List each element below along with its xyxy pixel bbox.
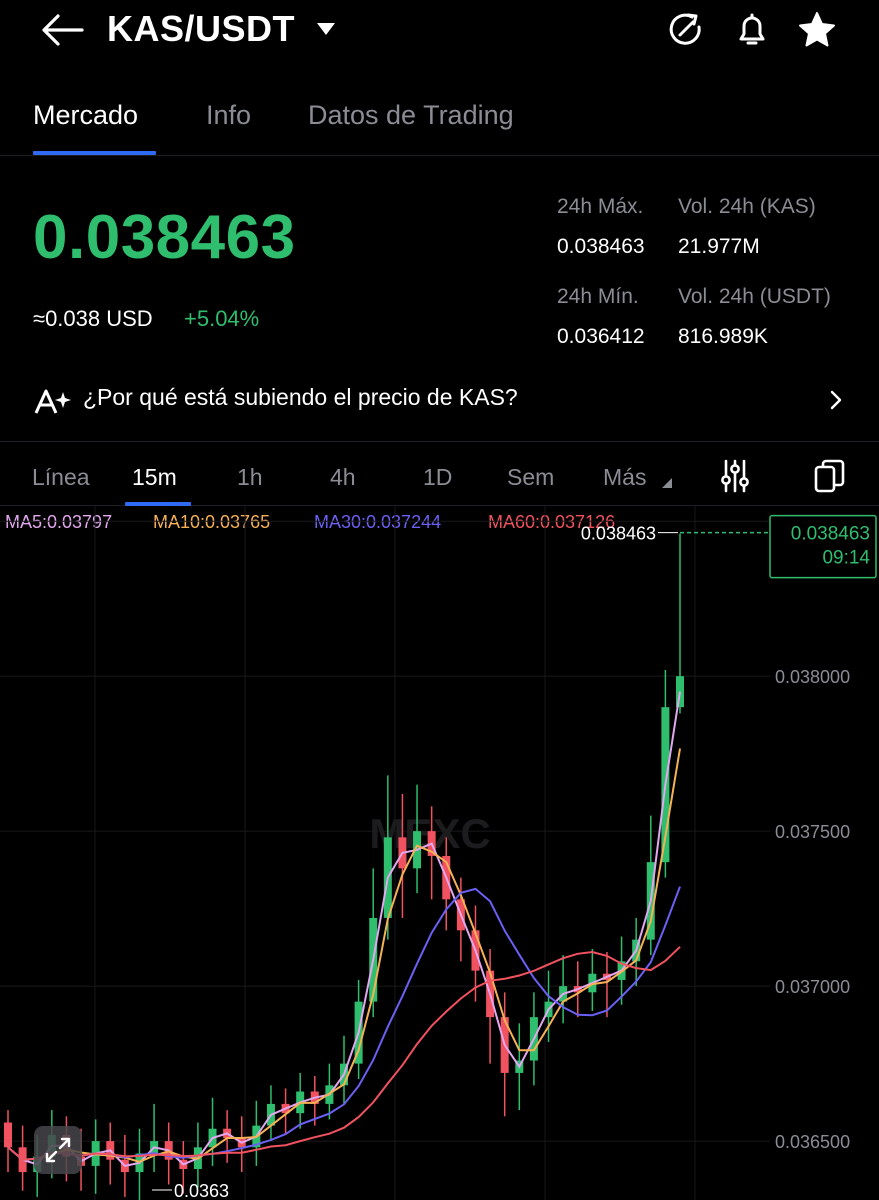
- vol-quote-label: Vol. 24h (USDT): [678, 285, 831, 308]
- change-percent: +5.04%: [184, 306, 260, 331]
- tab-datos-de-trading[interactable]: Datos de Trading: [308, 100, 514, 131]
- ai-sparkle-icon: [34, 389, 71, 414]
- last-price-label: 0.038463: [791, 524, 870, 545]
- interval-linea[interactable]: Línea: [32, 464, 90, 491]
- y-tick-label: 0.037000: [775, 977, 850, 997]
- star-icon[interactable]: [797, 10, 837, 50]
- last-price: 0.038463: [33, 203, 296, 272]
- tab-mercado[interactable]: Mercado: [33, 100, 138, 131]
- interval-1h[interactable]: 1h: [237, 464, 263, 491]
- interval-sem[interactable]: Sem: [507, 464, 554, 491]
- y-tick-label: 0.037500: [775, 822, 850, 842]
- high-24h-label: 24h Máx.: [557, 195, 644, 218]
- ai-insight-text: ¿Por qué está subiendo el precio de KAS?: [83, 384, 518, 410]
- chevron-right-icon: [830, 390, 842, 410]
- indicator-settings-icon[interactable]: [717, 458, 753, 494]
- vol-base-value: 21.977M: [678, 235, 760, 258]
- last-price-time: 09:14: [822, 548, 870, 569]
- copy-icon[interactable]: [812, 458, 848, 494]
- vol-quote-value: 816.989K: [678, 325, 768, 348]
- bell-icon[interactable]: [732, 10, 772, 50]
- pair-title[interactable]: KAS/USDT: [107, 8, 295, 50]
- active-tab-indicator: [33, 151, 156, 155]
- back-arrow-icon[interactable]: [38, 10, 86, 50]
- candle-body: [4, 1122, 12, 1148]
- low-24h-label: 24h Mín.: [557, 285, 639, 308]
- y-tick-label: 0.036500: [775, 1132, 850, 1152]
- ma30-line: [7, 886, 681, 1161]
- low-marker-label: 0.0363: [174, 1181, 229, 1200]
- ai-insight-banner[interactable]: ¿Por qué está subiendo el precio de KAS?: [0, 372, 879, 442]
- low-24h-value: 0.036412: [557, 325, 645, 348]
- main-tabs: Mercado Info Datos de Trading: [0, 90, 879, 156]
- candlestick-chart[interactable]: 0.0385000.0380000.0375000.0370000.036500…: [0, 505, 879, 1200]
- top-bar: KAS/USDT: [0, 0, 879, 62]
- expand-icon: [45, 1137, 71, 1163]
- vol-base-label: Vol. 24h (KAS): [678, 195, 816, 218]
- interval-bar: Línea 15m 1h 4h 1D Sem Más: [0, 444, 879, 506]
- interval-1d[interactable]: 1D: [423, 464, 452, 491]
- high-24h-value: 0.038463: [557, 235, 645, 258]
- high-marker-label: 0.038463: [581, 524, 656, 544]
- interval-mas[interactable]: Más: [603, 464, 646, 491]
- candle-body: [676, 676, 684, 708]
- expand-chart-button[interactable]: [34, 1126, 82, 1174]
- y-tick-label: 0.038000: [775, 667, 850, 687]
- tab-info[interactable]: Info: [206, 100, 251, 131]
- dropdown-caret-icon[interactable]: [316, 22, 336, 36]
- interval-4h[interactable]: 4h: [330, 464, 356, 491]
- interval-15m[interactable]: 15m: [132, 464, 177, 491]
- refresh-icon[interactable]: [666, 10, 706, 50]
- more-caret-icon: [662, 478, 672, 488]
- usd-approx: ≈0.038 USD: [33, 306, 153, 331]
